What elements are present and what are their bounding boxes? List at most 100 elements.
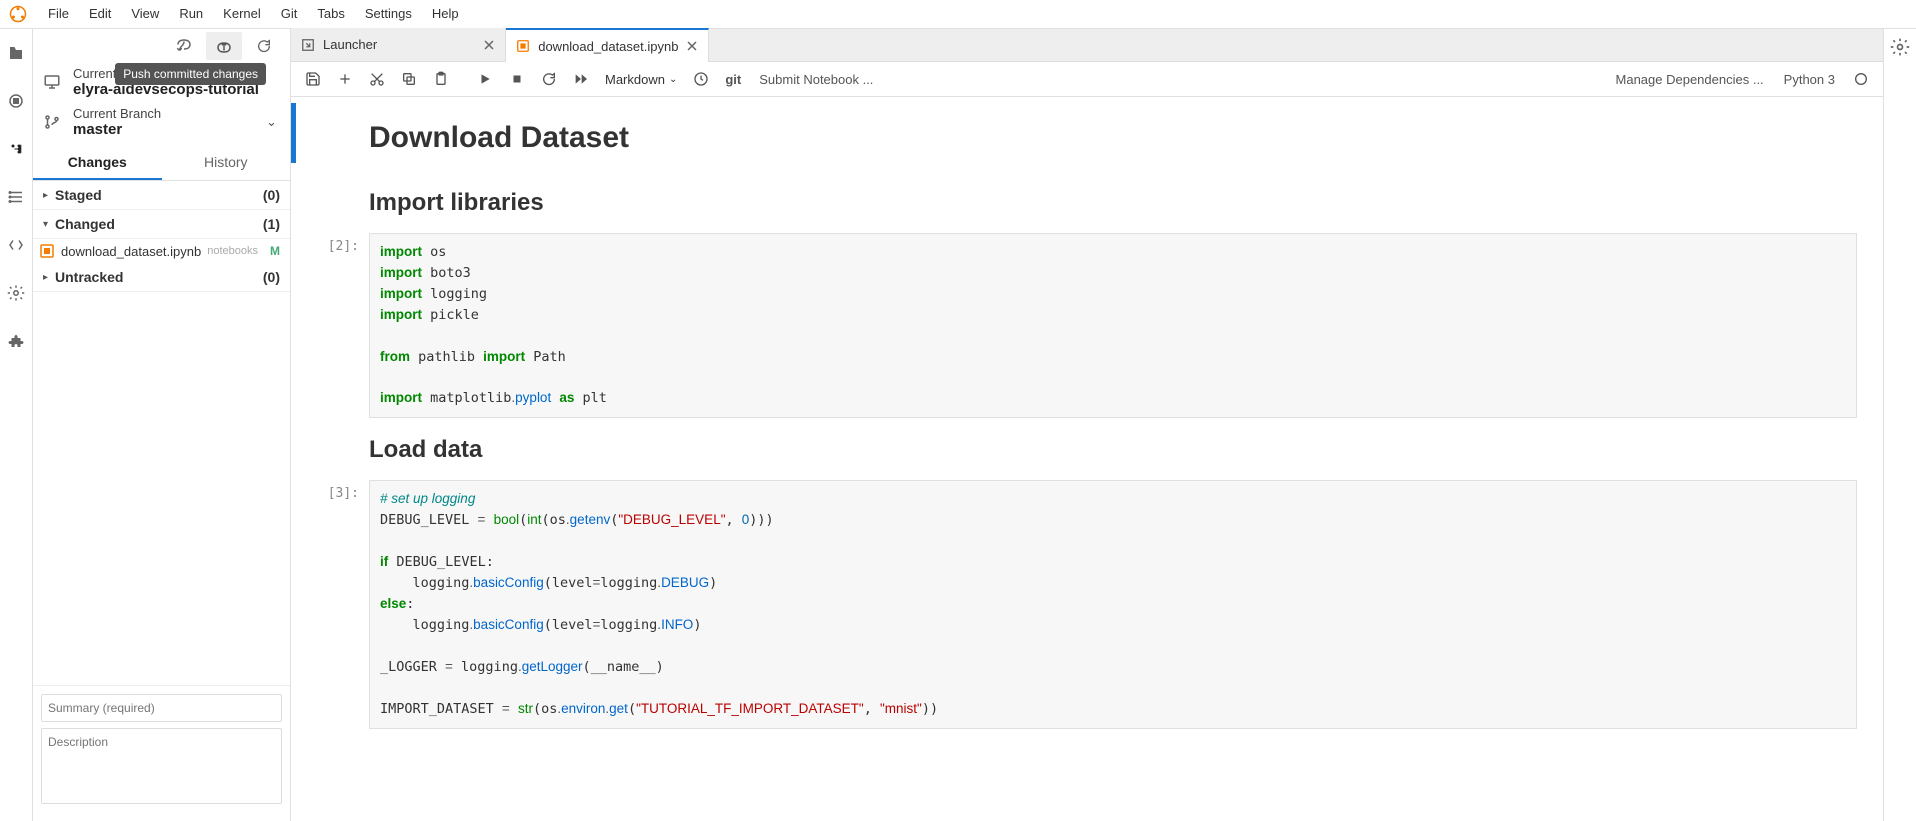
menu-view[interactable]: View <box>121 0 169 28</box>
restart-icon[interactable] <box>535 65 563 93</box>
changed-file-row[interactable]: download_dataset.ipynb notebooks M <box>33 239 290 263</box>
celltype-label: Markdown <box>605 72 665 87</box>
menu-kernel[interactable]: Kernel <box>213 0 271 28</box>
save-icon[interactable] <box>299 65 327 93</box>
active-cell-bar <box>291 103 296 163</box>
close-icon[interactable] <box>686 40 698 52</box>
section-untracked[interactable]: ▸ Untracked (0) <box>33 263 290 292</box>
clock-icon[interactable] <box>687 65 715 93</box>
chevron-down-icon: ⌄ <box>266 114 280 130</box>
git-panel: Push committed changes Current Repositor… <box>33 29 291 821</box>
tab-changes[interactable]: Changes <box>33 146 162 180</box>
code-cell[interactable]: [2]: import os import boto3 import loggi… <box>291 231 1883 420</box>
branch-label: Current Branch <box>73 106 256 121</box>
notebook-icon <box>39 243 55 259</box>
markdown-cell[interactable]: Load data <box>291 420 1883 478</box>
git-button[interactable]: git <box>719 65 747 93</box>
file-status: M <box>270 244 280 258</box>
chevron-down-icon: ⌄ <box>669 74 677 85</box>
pull-icon[interactable] <box>166 32 202 60</box>
section-title: Staged <box>55 187 263 203</box>
heading-2: Import libraries <box>369 175 1857 229</box>
activity-bar <box>0 29 33 821</box>
filebrowser-icon[interactable] <box>6 43 26 63</box>
cell-prompt <box>291 422 369 476</box>
menu-file[interactable]: File <box>38 0 79 28</box>
menu-settings[interactable]: Settings <box>355 0 422 28</box>
section-title: Changed <box>55 216 263 232</box>
section-changed[interactable]: ▾ Changed (1) <box>33 210 290 239</box>
menu-help[interactable]: Help <box>422 0 469 28</box>
section-count: (0) <box>263 187 280 203</box>
copy-icon[interactable] <box>395 65 423 93</box>
tab-history[interactable]: History <box>162 146 291 180</box>
manage-dependencies-button[interactable]: Manage Dependencies ... <box>1608 72 1772 87</box>
markdown-cell[interactable]: Import libraries <box>291 173 1883 231</box>
refresh-icon[interactable] <box>246 32 282 60</box>
file-path: notebooks <box>207 245 258 257</box>
content-area: Launcher download_dataset.ipynb Markdow <box>291 29 1883 821</box>
cell-prompt: [3]: <box>291 480 369 728</box>
right-sidebar <box>1883 29 1916 821</box>
caret-right-icon: ▸ <box>43 190 51 201</box>
git-toolbar: Push committed changes <box>33 29 290 62</box>
tabbar: Launcher download_dataset.ipynb <box>291 29 1883 62</box>
code-input[interactable]: # set up logging DEBUG_LEVEL = bool(int(… <box>369 480 1857 728</box>
toc-icon[interactable] <box>6 187 26 207</box>
tab-launcher[interactable]: Launcher <box>291 28 506 61</box>
tab-label: download_dataset.ipynb <box>538 39 678 54</box>
caret-down-icon: ▾ <box>43 219 51 230</box>
cell-prompt <box>291 111 369 171</box>
menu-tabs[interactable]: Tabs <box>307 0 354 28</box>
snippets-icon[interactable] <box>6 235 26 255</box>
kernel-status-icon[interactable] <box>1847 65 1875 93</box>
file-sections: ▸ Staged (0) ▾ Changed (1) download_data… <box>33 181 290 685</box>
notebook-body[interactable]: Download Dataset Import libraries [2]: i… <box>291 97 1883 821</box>
monitor-icon <box>41 73 63 91</box>
notebook-toolbar: Markdown ⌄ git Submit Notebook ... Manag… <box>291 62 1883 97</box>
menubar: File Edit View Run Kernel Git Tabs Setti… <box>0 0 1916 29</box>
menu-git[interactable]: Git <box>271 0 308 28</box>
extension-icon[interactable] <box>6 331 26 351</box>
push-icon[interactable] <box>206 32 242 60</box>
add-cell-icon[interactable] <box>331 65 359 93</box>
section-staged[interactable]: ▸ Staged (0) <box>33 181 290 210</box>
branch-icon <box>41 113 63 131</box>
kernel-name[interactable]: Python 3 <box>1776 72 1843 87</box>
notebook-icon <box>516 39 530 53</box>
cell-prompt <box>291 175 369 229</box>
section-count: (0) <box>263 269 280 285</box>
tab-notebook[interactable]: download_dataset.ipynb <box>506 28 709 62</box>
commit-description-input[interactable] <box>41 728 282 804</box>
commit-summary-input[interactable] <box>41 694 282 722</box>
gear-icon[interactable] <box>1890 37 1910 57</box>
section-count: (1) <box>263 216 280 232</box>
menu-edit[interactable]: Edit <box>79 0 121 28</box>
stop-icon[interactable] <box>503 65 531 93</box>
file-name: download_dataset.ipynb <box>61 244 201 259</box>
cut-icon[interactable] <box>363 65 391 93</box>
markdown-cell[interactable]: Download Dataset <box>291 109 1883 173</box>
run-icon[interactable] <box>471 65 499 93</box>
section-title: Untracked <box>55 269 263 285</box>
current-branch[interactable]: Current Branch master ⌄ <box>33 102 290 142</box>
heading-2: Load data <box>369 422 1857 476</box>
git-icon[interactable] <box>6 139 26 159</box>
launcher-icon <box>301 38 315 52</box>
submit-notebook-button[interactable]: Submit Notebook ... <box>751 72 881 87</box>
git-tabs: Changes History <box>33 146 290 181</box>
heading-1: Download Dataset <box>369 111 1857 171</box>
running-icon[interactable] <box>6 91 26 111</box>
celltype-select[interactable]: Markdown ⌄ <box>599 72 683 87</box>
fastforward-icon[interactable] <box>567 65 595 93</box>
commit-box <box>33 685 290 821</box>
paste-icon[interactable] <box>427 65 455 93</box>
code-input[interactable]: import os import boto3 import logging im… <box>369 233 1857 418</box>
jupyter-logo <box>4 0 32 28</box>
main-area: Push committed changes Current Repositor… <box>0 29 1916 821</box>
menu-run[interactable]: Run <box>169 0 213 28</box>
pipeline-icon[interactable] <box>6 283 26 303</box>
close-icon[interactable] <box>483 39 495 51</box>
code-cell[interactable]: [3]: # set up logging DEBUG_LEVEL = bool… <box>291 478 1883 730</box>
branch-name: master <box>73 121 256 138</box>
